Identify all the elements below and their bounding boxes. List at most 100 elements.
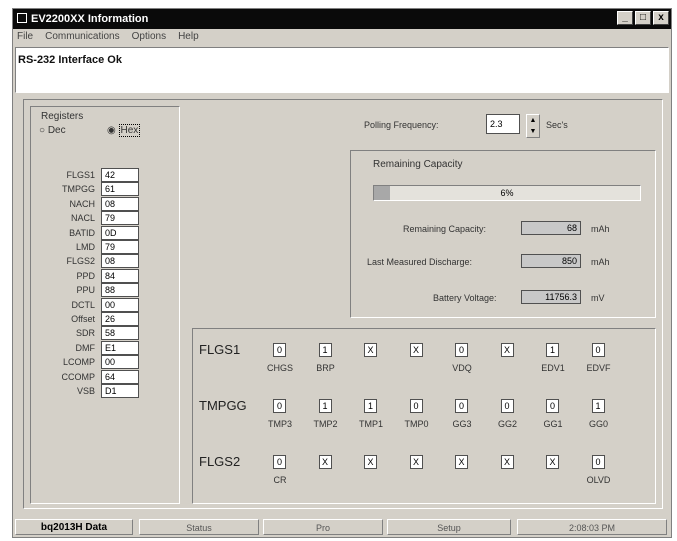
remaining-capacity-label: Remaining Capacity: (403, 224, 487, 234)
maximize-button[interactable]: □ (635, 11, 651, 25)
lmd-label: Last Measured Discharge: (367, 257, 473, 267)
tab-bq2013h-data[interactable]: bq2013H Data (15, 519, 133, 535)
register-value[interactable]: 42 (101, 168, 139, 182)
flag-bit-box: 1 (318, 399, 332, 413)
register-label: BATID (69, 227, 95, 238)
tab-bar: bq2013H Data Status Pro Setup 2:08:03 PM (13, 517, 673, 539)
app-window: EV2200XX Information _ □ x File Communic… (12, 8, 672, 538)
lmd-value: 850 (521, 254, 581, 268)
flag-bit-label: TMP2 (313, 419, 338, 429)
menu-file[interactable]: File (17, 29, 33, 45)
flag-bit-box: 1 (364, 399, 377, 413)
flag-bit-box: 0 (500, 399, 514, 413)
register-value[interactable]: 88 (101, 283, 139, 298)
flag-bit-box: X (546, 455, 559, 469)
menu-options[interactable]: Options (132, 29, 166, 45)
register-value[interactable]: 00 (101, 355, 139, 370)
polling-label: Polling Frequency: (364, 120, 439, 130)
radio-hex[interactable]: ◉ Hex (107, 124, 141, 137)
flag-register-name: TMPGG (199, 398, 247, 413)
register-label: Offset (71, 314, 95, 324)
register-label: LCOMP (62, 357, 95, 368)
register-value[interactable]: E1 (101, 340, 139, 355)
register-value[interactable]: 08 (101, 254, 139, 269)
flag-bit-label: BRP (316, 363, 335, 373)
battery-voltage-value: 11756.3 (521, 290, 581, 304)
register-value[interactable]: 26 (101, 312, 139, 326)
register-label: PPD (76, 270, 95, 281)
register-label: LMD (75, 242, 95, 252)
capacity-title: Remaining Capacity (373, 159, 463, 170)
flag-bit-label: VDQ (452, 363, 472, 373)
flag-bit-box: X (409, 455, 423, 469)
registers-group: Registers ○ Dec ◉ Hex FLGS1 42 TMPGG 61 NACH… (30, 106, 180, 504)
flag-bit-box: X (455, 455, 468, 469)
radio-hex-label: Hex (118, 124, 141, 137)
tab-pro[interactable]: Pro (263, 519, 383, 535)
status-message: RS-232 Interface Ok (18, 54, 122, 66)
menu-bar: File Communications Options Help (13, 29, 671, 45)
register-value[interactable]: 79 (101, 211, 139, 226)
title-bar[interactable]: EV2200XX Information _ □ x (13, 9, 671, 29)
battery-voltage-unit: mV (591, 293, 605, 303)
register-label: PPU (76, 285, 95, 296)
battery-voltage-label: Battery Voltage: (433, 293, 497, 303)
flag-bit-box: X (364, 343, 377, 357)
window-title: EV2200XX Information (31, 13, 149, 25)
flag-bit-box: X (409, 343, 423, 357)
flag-bit-box: 0 (455, 399, 468, 413)
flag-bit-box: 1 (591, 399, 605, 413)
menu-communications[interactable]: Communications (45, 29, 119, 45)
radio-dec[interactable]: ○ Dec (39, 125, 66, 136)
app-icon (17, 13, 27, 23)
register-label: NACH (69, 198, 95, 209)
register-value[interactable]: 58 (101, 326, 139, 341)
radio-dec-label: Dec (47, 125, 66, 136)
register-label: SDR (75, 328, 95, 339)
registers-title: Registers (41, 111, 84, 122)
register-value[interactable]: 79 (101, 240, 139, 254)
minimize-button[interactable]: _ (617, 11, 633, 25)
tab-setup[interactable]: Setup (387, 519, 511, 535)
register-label: DMF (75, 342, 96, 353)
flag-bit-label: GG0 (588, 419, 608, 429)
spinner-up-icon[interactable]: ▲ (527, 115, 539, 126)
flag-bit-box: X (500, 455, 514, 469)
remaining-capacity-unit: mAh (591, 224, 610, 234)
tab-status[interactable]: Status (139, 519, 259, 535)
flag-bit-label: EDV1 (541, 363, 565, 373)
register-value[interactable]: 00 (101, 297, 139, 312)
register-value[interactable]: 64 (101, 369, 139, 384)
flag-bit-box: X (364, 455, 377, 469)
spinner-down-icon[interactable]: ▼ (527, 126, 539, 137)
flag-bit-label: GG1 (543, 419, 563, 429)
flag-bit-box: 1 (546, 343, 559, 357)
flag-bit-box: 0 (455, 343, 468, 357)
flag-bit-label: CHGS (266, 363, 293, 373)
flags-group: FLGS1 0 CHGS 1 BRP X X 0 VDQ X 1 EDV1 0 EDVF TMPGG 0 TMP… (192, 328, 656, 504)
register-label: FLGS2 (66, 256, 95, 267)
polling-spinner[interactable]: ▲ ▼ (526, 114, 540, 138)
register-value[interactable]: 0D (101, 225, 139, 240)
flag-bit-box: 0 (273, 455, 286, 469)
register-value[interactable]: D1 (101, 384, 139, 398)
polling-frequency-input[interactable]: 2.3 (486, 114, 520, 134)
flag-bit-label: GG3 (452, 419, 472, 429)
flag-register-name: FLGS1 (199, 342, 241, 357)
menu-help[interactable]: Help (178, 29, 199, 45)
register-value[interactable]: 08 (101, 196, 139, 211)
flag-bit-box: X (318, 455, 332, 469)
flag-bit-label: TMP1 (358, 419, 383, 429)
flag-bit-label: EDVF (586, 363, 611, 373)
flag-bit-box: 0 (409, 399, 423, 413)
register-label: NACL (70, 213, 95, 224)
register-value[interactable]: 61 (101, 182, 139, 197)
capacity-percent-text: 6% (500, 188, 514, 198)
register-value[interactable]: 84 (101, 268, 139, 283)
flag-bit-box: 0 (591, 455, 605, 469)
main-frame: Registers ○ Dec ◉ Hex FLGS1 42 TMPGG 61 NACH… (23, 99, 663, 509)
close-button[interactable]: x (653, 11, 669, 25)
lmd-unit: mAh (591, 257, 610, 267)
clock: 2:08:03 PM (517, 519, 667, 535)
flag-bit-label: TMP0 (404, 419, 429, 429)
